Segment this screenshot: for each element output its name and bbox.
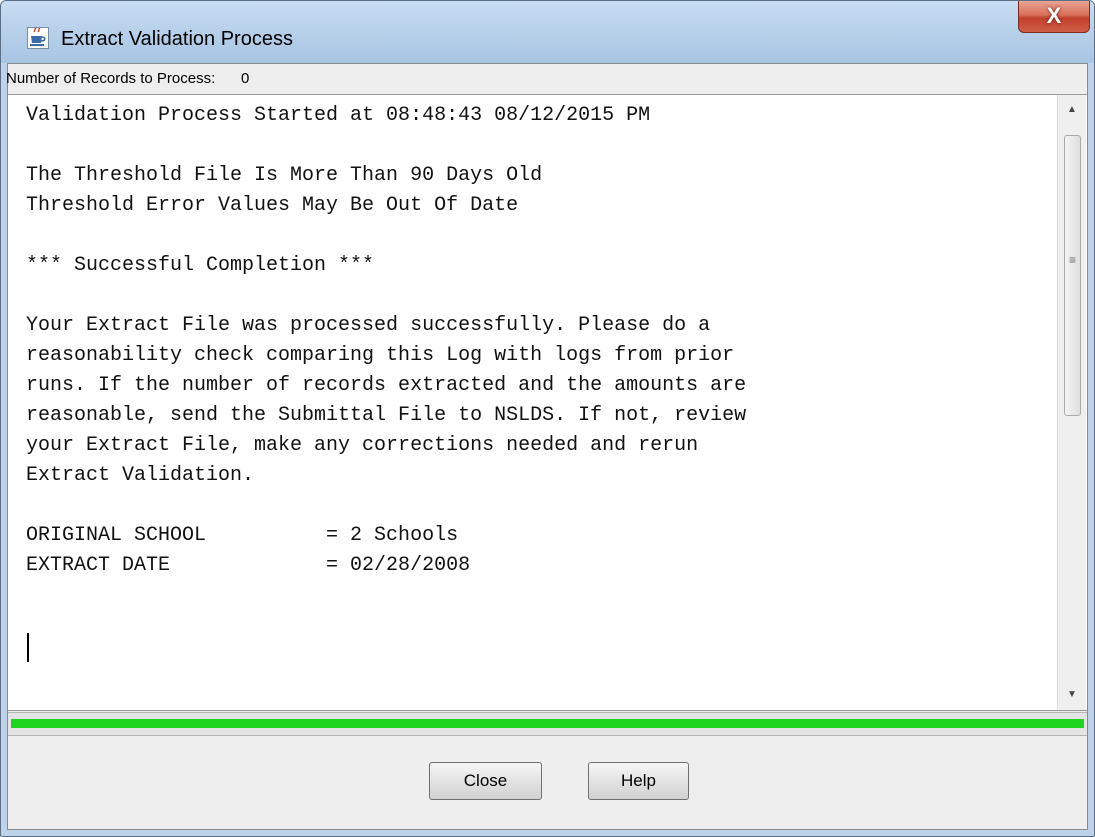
scroll-down-arrow-icon[interactable]: ▼ [1058,680,1086,710]
records-to-process-value: 0 [241,70,250,87]
scroll-up-arrow-icon[interactable]: ▲ [1058,95,1086,125]
scrollbar-thumb[interactable]: ≡ [1064,135,1081,416]
window-title: Extract Validation Process [61,28,293,50]
log-line: runs. If the number of records extracted… [26,374,747,397]
log-line: Threshold Error Values May Be Out Of Dat… [26,194,519,217]
log-line: Your Extract File was processed successf… [26,314,711,337]
scroll-grip-icon: ≡ [1068,253,1076,267]
text-caret [27,633,29,662]
log-line: Validation Process Started at 08:48:43 0… [26,104,651,127]
log-line: reasonable, send the Submittal File to N… [26,404,747,427]
dialog-content: Number of Records to Process: 0 Validati… [6,63,1088,830]
extract-validation-window: Extract Validation Process X Number of R… [0,0,1095,837]
log-line: Extract Validation. [26,464,255,487]
log-text[interactable]: Validation Process Started at 08:48:43 0… [8,95,1056,710]
records-to-process-row: Number of Records to Process: 0 [6,64,1087,94]
help-button[interactable]: Help [588,762,689,800]
log-line: EXTRACT DATE = 02/28/2008 [26,554,471,577]
vertical-scrollbar[interactable]: ▲ ≡ ▼ [1057,95,1086,710]
button-bar: Close Help [8,736,1087,829]
java-coffee-cup-icon [27,27,49,49]
log-line: *** Successful Completion *** [26,254,375,277]
log-line: The Threshold File Is More Than 90 Days … [26,164,543,187]
log-line: your Extract File, make any corrections … [26,434,699,457]
log-line: ORIGINAL SCHOOL = 2 Schools [26,524,459,547]
close-icon: X [1046,3,1062,28]
window-close-button[interactable]: X [1018,1,1090,33]
close-button[interactable]: Close [429,762,542,800]
log-text-area[interactable]: Validation Process Started at 08:48:43 0… [8,94,1087,711]
progress-bar [8,712,1087,736]
title-bar[interactable]: Extract Validation Process X [1,1,1094,63]
progress-bar-fill [11,719,1084,728]
records-to-process-label: Number of Records to Process: [6,70,216,87]
log-line: reasonability check comparing this Log w… [26,344,735,367]
